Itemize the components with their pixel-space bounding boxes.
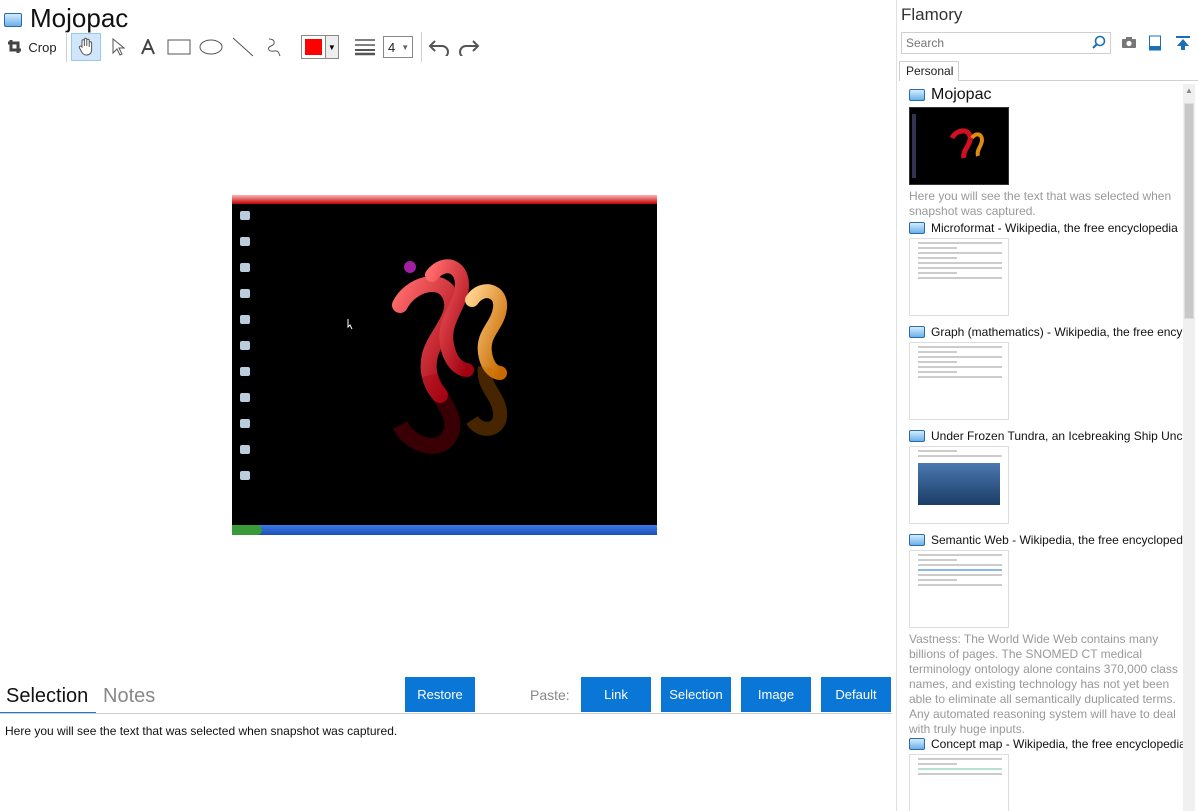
- camera-icon[interactable]: [1121, 35, 1137, 49]
- ellipse-icon: [199, 39, 223, 55]
- item-thumbnail: [909, 238, 1009, 316]
- rectangle-tool-button[interactable]: [165, 34, 193, 60]
- hand-tool-button[interactable]: [71, 33, 101, 61]
- tab-underline: [959, 80, 1198, 81]
- line-style-button[interactable]: [351, 34, 379, 60]
- crop-label: Crop: [28, 39, 57, 55]
- sidebar-title: Flamory: [901, 5, 963, 24]
- selection-text[interactable]: Here you will see the text that was sele…: [5, 724, 397, 738]
- paste-selection-button[interactable]: Selection: [661, 677, 731, 712]
- hand-icon: [78, 37, 93, 56]
- scrollbar[interactable]: ▲: [1183, 84, 1195, 811]
- item-thumbnail: [909, 446, 1009, 524]
- snapshot-icon: [909, 738, 925, 750]
- snapshot-taskbar: [232, 525, 657, 535]
- ellipse-tool-button[interactable]: [197, 34, 225, 60]
- scroll-up-icon[interactable]: ▲: [1183, 86, 1195, 95]
- tab-notes[interactable]: Notes: [103, 685, 155, 708]
- snapshot-list: Mojopac Here you will see the text that …: [897, 84, 1183, 811]
- toolbar-separator: [421, 32, 422, 62]
- freehand-icon: [267, 38, 281, 57]
- item-thumbnail: [909, 754, 1009, 811]
- document-icon[interactable]: [1148, 35, 1162, 51]
- text-tool-button[interactable]: [135, 34, 161, 60]
- snapshot-icon: [4, 13, 22, 27]
- item-thumbnail: [909, 342, 1009, 420]
- list-item[interactable]: Mojopac Here you will see the text that …: [909, 86, 1183, 219]
- scrollbar-thumb[interactable]: [1184, 103, 1194, 319]
- item-title: Concept map - Wikipedia, the free encycl…: [931, 737, 1183, 751]
- item-title: Under Frozen Tundra, an Icebreaking Ship…: [931, 429, 1183, 443]
- tab-selection[interactable]: Selection: [6, 685, 88, 708]
- crop-button[interactable]: Crop: [6, 34, 58, 60]
- chevron-down-icon: ▼: [401, 42, 410, 52]
- snapshot-start-button: [232, 525, 262, 535]
- snapshot-icon: [909, 430, 925, 442]
- item-thumbnail: [909, 550, 1009, 628]
- divider: [0, 713, 892, 714]
- freehand-tool-button[interactable]: [261, 34, 287, 60]
- redo-icon: [459, 40, 480, 56]
- snapshot-icon: [909, 534, 925, 546]
- text-icon: [141, 39, 155, 55]
- snapshot-title: Mojopac: [30, 2, 129, 33]
- snapshot-icon: [909, 222, 925, 234]
- select-tool-button[interactable]: [105, 34, 131, 60]
- search-input[interactable]: [901, 32, 1111, 54]
- item-title: Semantic Web - Wikipedia, the free encyc…: [931, 533, 1183, 547]
- item-thumbnail: [909, 107, 1009, 185]
- item-title: Graph (mathematics) - Wikipedia, the fre…: [931, 325, 1183, 339]
- item-title: Microformat - Wikipedia, the free encycl…: [931, 221, 1178, 235]
- paste-label: Paste:: [530, 687, 570, 703]
- undo-button[interactable]: [426, 34, 452, 60]
- rectangle-icon: [167, 39, 191, 55]
- list-item[interactable]: Microformat - Wikipedia, the free encycl…: [909, 221, 1183, 316]
- redo-button[interactable]: [456, 34, 482, 60]
- line-width-icon: [355, 39, 375, 56]
- restore-button[interactable]: Restore: [405, 677, 475, 712]
- line-width-value: 4: [388, 39, 396, 55]
- item-description: Vastness: The World Wide Web contains ma…: [909, 632, 1178, 736]
- snapshot-icon: [909, 89, 925, 101]
- undo-icon: [428, 40, 449, 56]
- item-title: Mojopac: [931, 86, 992, 103]
- thumbnail-image: [912, 114, 985, 178]
- editor-pane: Mojopac Crop ▼ 4 ▼ Selection Notes Resto…: [0, 0, 897, 811]
- list-item[interactable]: Under Frozen Tundra, an Icebreaking Ship…: [909, 429, 1183, 524]
- list-item[interactable]: Semantic Web - Wikipedia, the free encyc…: [909, 533, 1183, 737]
- paste-link-button[interactable]: Link: [581, 677, 651, 712]
- toolbar-separator: [66, 32, 67, 62]
- snapshot-image: [232, 195, 657, 535]
- ship-photo: [918, 463, 1000, 505]
- crop-icon: [8, 40, 22, 53]
- title-row: Mojopac: [4, 2, 129, 33]
- line-icon: [232, 37, 254, 57]
- flamory-sidebar: Flamory Personal Mojopac Here you will s…: [897, 0, 1198, 811]
- line-width-select[interactable]: 4 ▼: [383, 36, 413, 58]
- paste-default-button[interactable]: Default: [821, 677, 891, 712]
- chevron-down-icon[interactable]: ▼: [324, 36, 338, 58]
- search-icon[interactable]: [1091, 35, 1107, 51]
- paste-image-button[interactable]: Image: [741, 677, 811, 712]
- color-picker[interactable]: ▼: [301, 35, 339, 59]
- line-tool-button[interactable]: [229, 34, 257, 60]
- snapshot-icon: [909, 326, 925, 338]
- list-item[interactable]: Concept map - Wikipedia, the free encycl…: [909, 737, 1183, 811]
- color-swatch: [305, 39, 322, 55]
- tab-personal[interactable]: Personal: [899, 61, 959, 81]
- toolbar: Crop ▼ 4 ▼: [6, 32, 486, 62]
- mojopac-logo-graphic: [347, 259, 508, 454]
- list-item[interactable]: Graph (mathematics) - Wikipedia, the fre…: [909, 325, 1183, 420]
- arrow-icon: [112, 38, 125, 56]
- collapse-top-icon[interactable]: [1175, 35, 1191, 51]
- item-description: Here you will see the text that was sele…: [909, 189, 1172, 218]
